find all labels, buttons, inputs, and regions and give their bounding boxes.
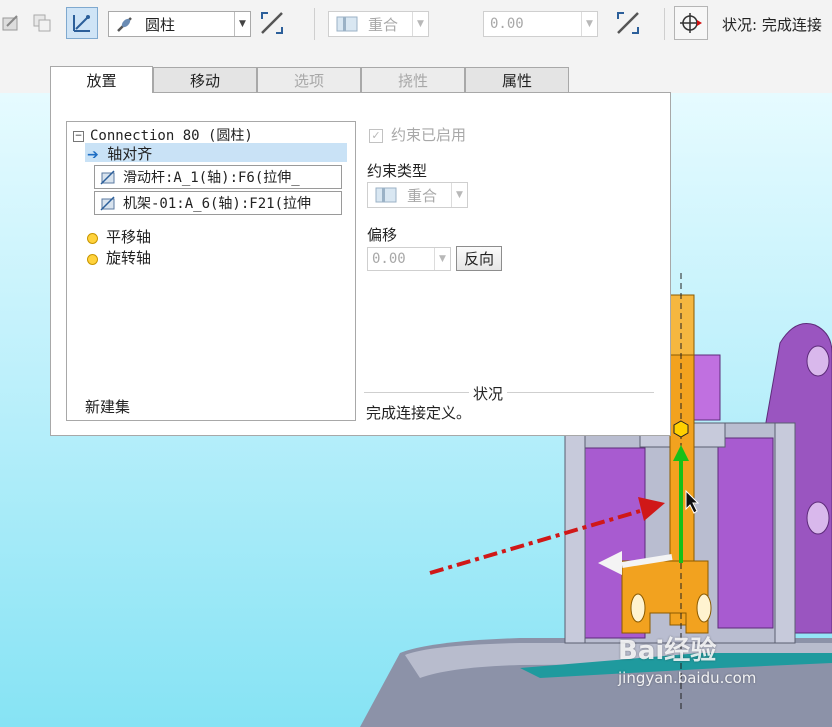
tab-placement[interactable]: 放置 [50, 66, 153, 93]
status-message: 完成连接定义。 [366, 404, 472, 422]
watermark: Bai经验 jingyan.baidu.com [618, 630, 756, 687]
chevron-down-icon[interactable]: ▼ [412, 12, 428, 36]
offset-label: 偏移 [367, 226, 398, 244]
axis-reference-icon [99, 194, 117, 212]
reference-label: 滑动杆:A_1(轴):F6(拉伸_ [123, 170, 300, 186]
tree-item-translation-axis[interactable]: 平移轴 [87, 226, 151, 247]
placement-panel: − Connection_80 (圆柱) ➔ 轴对齐 滑动杆:A_1(轴):F6(… [50, 92, 671, 436]
move-component-icon[interactable] [674, 6, 708, 40]
new-set-link[interactable]: 新建集 [85, 396, 130, 417]
cylinder-joint-icon [115, 14, 135, 34]
tree-root-label: Connection_80 (圆柱) [90, 128, 253, 144]
panel-constraint-type-dropdown[interactable]: 重合 ▼ [367, 182, 468, 208]
offset-value: 0.00 [372, 251, 406, 267]
constraint-type-label: 约束类型 [367, 162, 428, 180]
offset-flip-icon[interactable] [612, 7, 644, 39]
copy-icon[interactable] [26, 7, 58, 39]
bracket-hole [806, 501, 830, 535]
chevron-down-icon[interactable]: ▼ [434, 248, 450, 270]
clevis-hole [696, 593, 712, 623]
incomplete-dot-icon [87, 253, 98, 265]
edit-reference-icon[interactable] [0, 7, 22, 39]
constraint-tree: − Connection_80 (圆柱) ➔ 轴对齐 滑动杆:A_1(轴):F6(… [66, 121, 356, 421]
coincident-icon [375, 187, 397, 203]
drag-handle-icon[interactable] [673, 420, 689, 438]
tree-item-label: 旋转轴 [106, 249, 152, 267]
tree-item-rotation-axis[interactable]: 旋转轴 [87, 247, 151, 268]
connection-type-value: 圆柱 [145, 15, 176, 34]
toolbar-separator [664, 8, 665, 40]
tree-item-label: 平移轴 [106, 228, 152, 246]
status-text: 状况: 完成连接 [722, 16, 822, 34]
panel-offset-dropdown[interactable]: 0.00 ▼ [367, 247, 451, 271]
constraint-type-value: 重合 [407, 186, 438, 205]
reference-slot[interactable]: 滑动杆:A_1(轴):F6(拉伸_ [94, 165, 342, 189]
constraint-type-value: 重合 [368, 15, 399, 34]
rod-top [669, 294, 695, 356]
tree-root[interactable]: − Connection_80 (圆柱) [73, 125, 253, 145]
collapse-icon[interactable]: − [73, 130, 84, 142]
chevron-down-icon[interactable]: ▼ [451, 183, 467, 207]
tab-move[interactable]: 移动 [153, 67, 257, 92]
frame-purple-panel [717, 437, 774, 629]
flip-button[interactable]: 反向 [456, 246, 502, 271]
incomplete-dot-icon [87, 232, 98, 244]
chevron-down-icon[interactable]: ▼ [234, 12, 250, 36]
axis-reference-icon [99, 168, 117, 186]
frame-post [774, 422, 796, 644]
reference-slot[interactable]: 机架-01:A_6(轴):F21(拉伸 [94, 191, 342, 215]
flip-direction-icon[interactable] [256, 7, 288, 39]
toolbar-separator [314, 8, 315, 40]
user-defined-connection-icon[interactable] [66, 7, 98, 39]
reference-label: 机架-01:A_6(轴):F21(拉伸 [123, 196, 312, 212]
status-divider [364, 392, 654, 393]
clevis-hole [630, 593, 646, 623]
watermark-url: jingyan.baidu.com [618, 669, 757, 687]
connection-type-dropdown[interactable]: 圆柱 ▼ [108, 11, 251, 37]
coincident-icon [336, 16, 358, 32]
offset-value: 0.00 [490, 16, 524, 32]
tab-properties[interactable]: 属性 [465, 67, 569, 92]
status-title: 状况 [469, 383, 508, 404]
tree-item-axis-align[interactable]: ➔ 轴对齐 [85, 143, 347, 163]
checkbox-checked-icon: ✓ [369, 128, 383, 143]
constraint-enabled-label: 约束已启用 [391, 126, 467, 144]
offset-dropdown[interactable]: 0.00 ▼ [483, 11, 598, 37]
bracket-hole [806, 345, 830, 377]
tab-flexibility[interactable]: 挠性 [361, 67, 465, 92]
watermark-brand: Bai经验 [618, 636, 717, 666]
tab-options[interactable]: 选项 [257, 67, 361, 92]
tree-item-label: 轴对齐 [107, 145, 153, 163]
constraint-enabled-checkbox[interactable]: ✓ 约束已启用 [369, 124, 466, 145]
chevron-down-icon[interactable]: ▼ [581, 12, 597, 36]
constraint-type-dropdown[interactable]: 重合 ▼ [328, 11, 429, 37]
arrow-right-icon: ➔ [87, 147, 99, 163]
